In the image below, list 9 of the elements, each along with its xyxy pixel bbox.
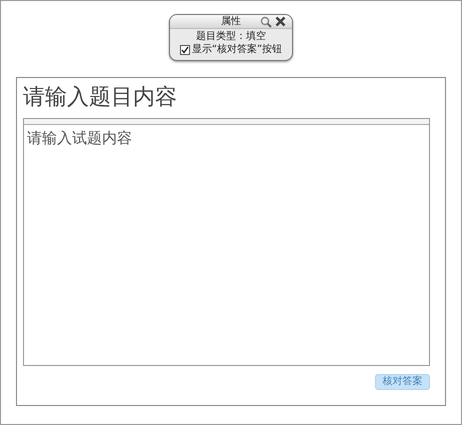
question-title[interactable]: 请输入题目内容 (23, 84, 430, 112)
close-icon[interactable] (275, 16, 286, 27)
checkbox[interactable] (180, 45, 190, 55)
content-editor[interactable]: 请输入试题内容 (23, 118, 430, 366)
checkbox-label: 显示“核对答案”按钮 (192, 44, 282, 56)
question-type-label: 题目类型：填空 (196, 31, 266, 43)
search-icon[interactable] (260, 16, 272, 28)
content-text: 请输入试题内容 (26, 128, 133, 149)
panel-title: 属性 (221, 16, 241, 28)
